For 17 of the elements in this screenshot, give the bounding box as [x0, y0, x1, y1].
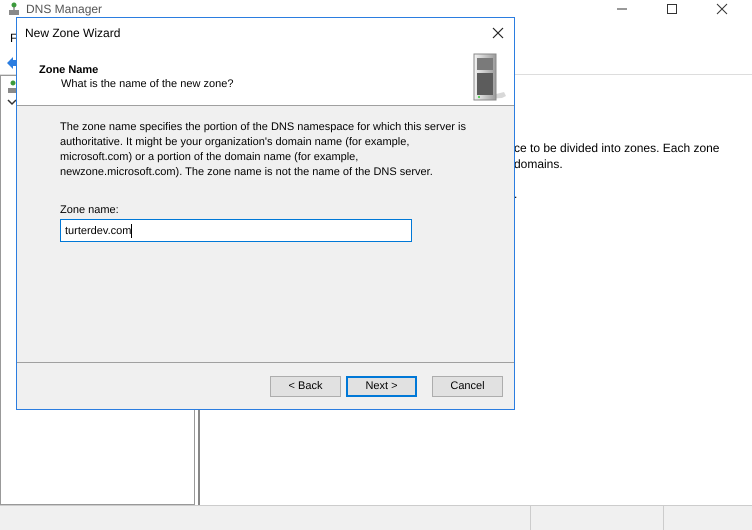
maximize-icon[interactable] — [666, 3, 678, 15]
wizard-button[interactable]: Cancel — [432, 376, 503, 396]
page-subheading: What is the name of the new zone? — [60, 78, 234, 90]
chevron-icon[interactable] — [7, 98, 17, 106]
zone-name-field[interactable]: turterdev.com — [60, 219, 412, 242]
page-heading: Zone Name — [39, 64, 100, 76]
network-icon — [8, 2, 20, 16]
window-title: DNS Manager — [26, 2, 102, 16]
dialog-title: New Zone Wizard — [25, 26, 120, 40]
description-text: domains. — [514, 157, 563, 171]
close-icon[interactable] — [492, 27, 504, 39]
field-label: Zone name: — [60, 204, 120, 216]
wizard-button[interactable]: < Back — [270, 376, 341, 396]
close-icon[interactable] — [716, 3, 728, 15]
description-text: . — [514, 187, 518, 201]
description-text: The zone name specifies the portion of the DNS namespace for which this server is authoritative. It might be your organization's domain name (for example, microsoft.com) or a portion of the domain name (for example, newzone.microsoft.com). The zone name is not the name of the DNS server. — [60, 120, 467, 180]
wizard-button[interactable]: Next > — [346, 376, 417, 396]
